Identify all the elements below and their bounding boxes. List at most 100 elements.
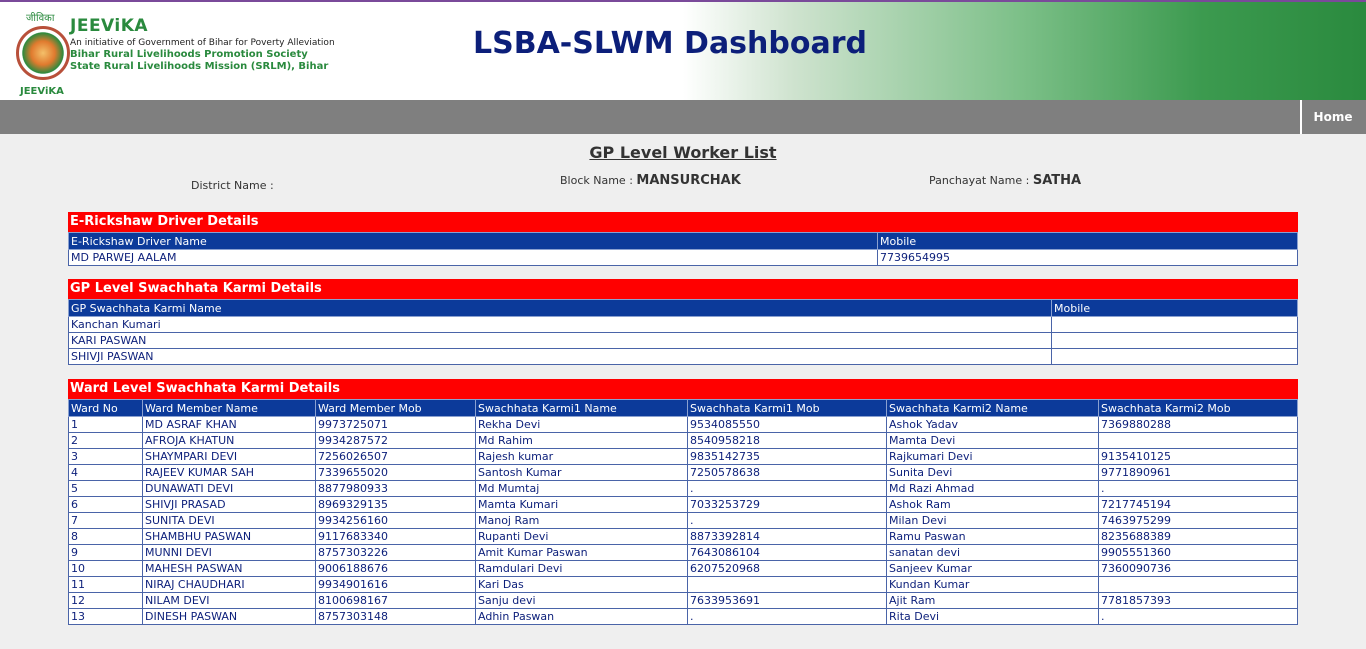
table-cell: . xyxy=(1098,480,1298,497)
logo-caption: JEEViKA xyxy=(20,86,64,97)
table-cell: 9973725071 xyxy=(315,416,476,433)
table-cell: Milan Devi xyxy=(886,512,1099,529)
table-cell: 7739654995 xyxy=(877,249,1298,266)
table-cell: 9006188676 xyxy=(315,560,476,577)
table-row: 1 MD ASRAF KHAN 9973725071 Rekha Devi 953408… xyxy=(68,416,1298,433)
table-cell: 8873392814 xyxy=(687,528,887,545)
section-title: Ward Level Swachhata Karmi Details xyxy=(68,379,1298,399)
table-cell: Md Razi Ahmad xyxy=(886,480,1099,497)
table-row: KARI PASWAN xyxy=(68,332,1298,349)
table-cell: Sunita Devi xyxy=(886,464,1099,481)
block-value: MANSURCHAK xyxy=(636,173,741,188)
ward-table-body: 1 MD ASRAF KHAN 9973725071 Rekha Devi 953408… xyxy=(68,416,1298,625)
table-cell: Kari Das xyxy=(475,576,688,593)
table-cell: 3 xyxy=(68,448,143,465)
col-header: Swachhata Karmi2 Name xyxy=(886,399,1099,417)
table-cell: Rekha Devi xyxy=(475,416,688,433)
table-cell: 11 xyxy=(68,576,143,593)
table-cell: 9934256160 xyxy=(315,512,476,529)
table-cell: Adhin Paswan xyxy=(475,608,688,625)
table-cell: 7643086104 xyxy=(687,544,887,561)
table-cell: 6207520968 xyxy=(687,560,887,577)
table-cell: 8757303226 xyxy=(315,544,476,561)
table-cell: Sanjeev Kumar xyxy=(886,560,1099,577)
table-cell: 1 xyxy=(68,416,143,433)
table-row: 13 DINESH PASWAN 8757303148 Adhin Paswan. Ri… xyxy=(68,608,1298,625)
table-cell: MAHESH PASWAN xyxy=(142,560,316,577)
table-cell: 6 xyxy=(68,496,143,513)
org-mission: State Rural Livelihoods Mission (SRLM), … xyxy=(70,61,329,72)
table-cell: Amit Kumar Paswan xyxy=(475,544,688,561)
ward-karmi-table: Ward No Ward Member Name Ward Member Mob… xyxy=(68,399,1298,625)
col-header: Mobile xyxy=(877,232,1298,250)
table-cell: 13 xyxy=(68,608,143,625)
page-title: GP Level Worker List xyxy=(589,143,777,162)
panchayat-value: SATHA xyxy=(1032,173,1082,188)
table-cell: SHIVJI PASWAN xyxy=(68,348,1052,365)
table-cell: 9905551360 xyxy=(1098,544,1298,561)
col-header: Swachhata Karmi1 Name xyxy=(475,399,688,417)
table-header-row: E-Rickshaw Driver Name Mobile xyxy=(68,232,1298,250)
table-cell: 7463975299 xyxy=(1098,512,1298,529)
table-cell: NIRAJ CHAUDHARI xyxy=(142,576,316,593)
table-cell: Md Mumtaj xyxy=(475,480,688,497)
dashboard-title: LSBA-SLWM Dashboard xyxy=(473,26,867,61)
table-cell: 9135410125 xyxy=(1098,448,1298,465)
table-row: 6 SHIVJI PRASAD 8969329135 Mamta Kumari 7033… xyxy=(68,496,1298,513)
table-cell: 7781857393 xyxy=(1098,592,1298,609)
table-row: 9 MUNNI DEVI 8757303226 Amit Kumar Paswan 76… xyxy=(68,544,1298,561)
table-cell: 2 xyxy=(68,432,143,449)
district-label: District Name : xyxy=(191,179,274,192)
erickshaw-table: E-Rickshaw Driver Name Mobile MD PARWEJ … xyxy=(68,232,1298,266)
table-cell: 8757303148 xyxy=(315,608,476,625)
table-cell: sanatan devi xyxy=(886,544,1099,561)
table-row: MD PARWEJ AALAM 7739654995 xyxy=(68,249,1298,266)
table-cell: 7369880288 xyxy=(1098,416,1298,433)
table-cell: RAJEEV KUMAR SAH xyxy=(142,464,316,481)
table-cell: Kanchan Kumari xyxy=(68,316,1052,333)
table-cell: 7033253729 xyxy=(687,496,887,513)
table-cell: 8100698167 xyxy=(315,592,476,609)
table-cell: MUNNI DEVI xyxy=(142,544,316,561)
table-cell: Md Rahim xyxy=(475,432,688,449)
table-cell: SUNITA DEVI xyxy=(142,512,316,529)
table-cell: Ashok Ram xyxy=(886,496,1099,513)
table-cell: Rupanti Devi xyxy=(475,528,688,545)
table-cell: 9771890961 xyxy=(1098,464,1298,481)
table-cell: Sanju devi xyxy=(475,592,688,609)
table-cell: . xyxy=(1098,608,1298,625)
table-cell: 9934901616 xyxy=(315,576,476,593)
table-cell: DUNAWATI DEVI xyxy=(142,480,316,497)
table-cell xyxy=(1098,576,1298,593)
table-cell: Ashok Yadav xyxy=(886,416,1099,433)
table-cell: 7360090736 xyxy=(1098,560,1298,577)
home-button[interactable]: Home xyxy=(1300,100,1364,134)
site-header: जीविका JEEViKA JEEViKA An initiative of … xyxy=(0,2,1366,100)
table-cell xyxy=(1051,348,1298,365)
table-row: 4 RAJEEV KUMAR SAH 7339655020 Santosh Kumar… xyxy=(68,464,1298,481)
table-header-row: Ward No Ward Member Name Ward Member Mob… xyxy=(68,399,1298,417)
col-header: Ward No xyxy=(68,399,143,417)
table-cell: 9934287572 xyxy=(315,432,476,449)
table-cell: NILAM DEVI xyxy=(142,592,316,609)
table-cell: 12 xyxy=(68,592,143,609)
table-cell: 5 xyxy=(68,480,143,497)
table-cell: Ajit Ram xyxy=(886,592,1099,609)
table-cell: 8969329135 xyxy=(315,496,476,513)
table-row: SHIVJI PASWAN xyxy=(68,348,1298,365)
table-cell: AFROJA KHATUN xyxy=(142,432,316,449)
col-header: Mobile xyxy=(1051,299,1298,317)
col-header: GP Swachhata Karmi Name xyxy=(68,299,1052,317)
table-cell: . xyxy=(687,608,887,625)
table-cell: 7256026507 xyxy=(315,448,476,465)
table-cell xyxy=(1051,316,1298,333)
section-title: E-Rickshaw Driver Details xyxy=(68,212,1298,232)
table-cell xyxy=(687,576,887,593)
table-cell: SHAMBHU PASWAN xyxy=(142,528,316,545)
table-cell xyxy=(1051,332,1298,349)
table-cell: 9 xyxy=(68,544,143,561)
col-header: Ward Member Mob xyxy=(315,399,476,417)
table-cell: 4 xyxy=(68,464,143,481)
ward-karmi-section: Ward Level Swachhata Karmi Details Ward … xyxy=(68,379,1298,625)
table-cell: Mamta Devi xyxy=(886,432,1099,449)
